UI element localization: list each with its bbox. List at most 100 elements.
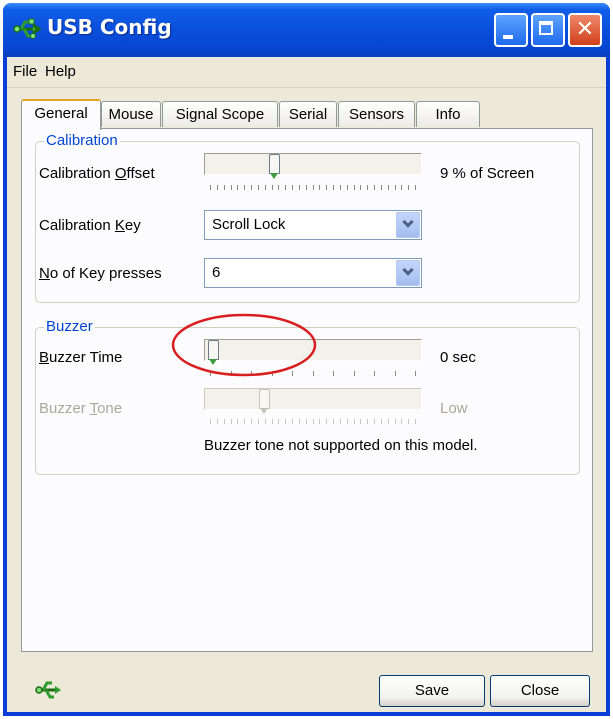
buzzer-tone-slider <box>204 388 422 414</box>
tab-serial[interactable]: Serial <box>279 101 337 127</box>
slider-tick <box>367 419 368 424</box>
slider-tick <box>415 419 416 424</box>
tab-general[interactable]: General <box>21 99 101 130</box>
slider-tick <box>231 185 232 190</box>
slider-tick <box>401 185 402 190</box>
slider-tick <box>326 419 327 424</box>
slider-tick <box>292 419 293 424</box>
slider-tick <box>401 419 402 424</box>
slider-tick <box>360 419 361 424</box>
slider-tick <box>272 185 273 190</box>
slider-tick <box>374 371 375 376</box>
slider-tick <box>415 185 416 190</box>
slider-tick <box>381 185 382 190</box>
slider-tick <box>237 185 238 190</box>
slider-ticks <box>210 419 416 426</box>
slider-tick <box>210 419 211 424</box>
slider-tick <box>231 419 232 424</box>
slider-tick <box>388 419 389 424</box>
slider-thumb <box>259 389 270 414</box>
slider-tick <box>381 419 382 424</box>
slider-tick <box>319 185 320 190</box>
slider-tick <box>292 185 293 190</box>
bottom-bar: Save Close <box>7 657 606 712</box>
slider-tick <box>408 419 409 424</box>
general-tab-panel: Calibration Calibration Offset 9 % of Sc… <box>21 128 593 652</box>
buzzer-tone-value: Low <box>440 400 468 417</box>
slider-tick <box>244 419 245 424</box>
tab-sensors[interactable]: Sensors <box>338 101 415 127</box>
slider-tick <box>306 185 307 190</box>
slider-tick <box>272 419 273 424</box>
slider-tick <box>347 185 348 190</box>
slider-tick <box>237 419 238 424</box>
slider-tick <box>395 185 396 190</box>
key-presses-dropdown[interactable]: 6 <box>204 258 422 288</box>
calibration-key-value: Scroll Lock <box>212 216 286 233</box>
minimize-button[interactable] <box>494 13 528 47</box>
slider-tick <box>340 419 341 424</box>
slider-tick <box>258 185 259 190</box>
slider-tick <box>415 371 416 376</box>
menu-help[interactable]: Help <box>45 63 76 80</box>
tab-info[interactable]: Info <box>416 101 480 127</box>
slider-tick <box>347 419 348 424</box>
tab-mouse[interactable]: Mouse <box>101 101 161 127</box>
slider-tick <box>285 185 286 190</box>
slider-tick <box>395 371 396 376</box>
slider-tick <box>251 419 252 424</box>
key-presses-label: No of Key presses <box>39 265 162 282</box>
close-window-button[interactable]: ✕ <box>568 13 602 47</box>
calibration-offset-label: Calibration Offset <box>39 165 155 182</box>
slider-ticks <box>210 185 416 192</box>
slider-tick <box>354 419 355 424</box>
menu-bar: File Help <box>7 57 606 88</box>
slider-tick <box>306 419 307 424</box>
slider-tick <box>224 419 225 424</box>
tab-signal-scope[interactable]: Signal Scope <box>162 101 278 127</box>
slider-tick <box>333 371 334 376</box>
slider-tick <box>258 419 259 424</box>
slider-tick <box>278 185 279 190</box>
slider-tick <box>360 185 361 190</box>
chevron-down-icon[interactable] <box>396 212 420 238</box>
calibration-group-title: Calibration <box>44 132 120 149</box>
close-button[interactable]: Close <box>490 675 590 707</box>
slider-tick <box>326 185 327 190</box>
slider-tick <box>244 185 245 190</box>
annotation-circle <box>171 313 317 377</box>
title-bar[interactable]: USB Config ✕ <box>3 3 610 57</box>
slider-tick <box>388 185 389 190</box>
slider-tick <box>354 185 355 190</box>
slider-tick <box>210 185 211 190</box>
slider-tick <box>265 419 266 424</box>
slider-tick <box>374 419 375 424</box>
slider-tick <box>217 185 218 190</box>
slider-tick <box>285 419 286 424</box>
slider-tick <box>299 419 300 424</box>
slider-tick <box>354 371 355 376</box>
slider-tick <box>395 419 396 424</box>
slider-tick <box>333 185 334 190</box>
slider-tick <box>313 185 314 190</box>
buzzer-tone-note: Buzzer tone not supported on this model. <box>204 437 478 454</box>
slider-tick <box>374 185 375 190</box>
slider-tick <box>313 419 314 424</box>
save-button[interactable]: Save <box>379 675 485 707</box>
close-icon: ✕ <box>575 17 595 42</box>
slider-tick <box>333 419 334 424</box>
chevron-down-icon[interactable] <box>396 260 420 286</box>
slider-tick <box>340 185 341 190</box>
usb-icon <box>35 681 61 699</box>
slider-tick <box>217 419 218 424</box>
slider-tick <box>251 185 252 190</box>
slider-tick <box>367 185 368 190</box>
slider-thumb[interactable] <box>269 154 281 179</box>
calibration-key-dropdown[interactable]: Scroll Lock <box>204 210 422 240</box>
buzzer-tone-label: Buzzer Tone <box>39 400 123 417</box>
calibration-offset-slider[interactable] <box>204 153 422 179</box>
window-title: USB Config <box>47 15 172 39</box>
menu-file[interactable]: File <box>13 63 37 80</box>
key-presses-value: 6 <box>212 264 221 281</box>
maximize-button[interactable] <box>531 13 565 47</box>
